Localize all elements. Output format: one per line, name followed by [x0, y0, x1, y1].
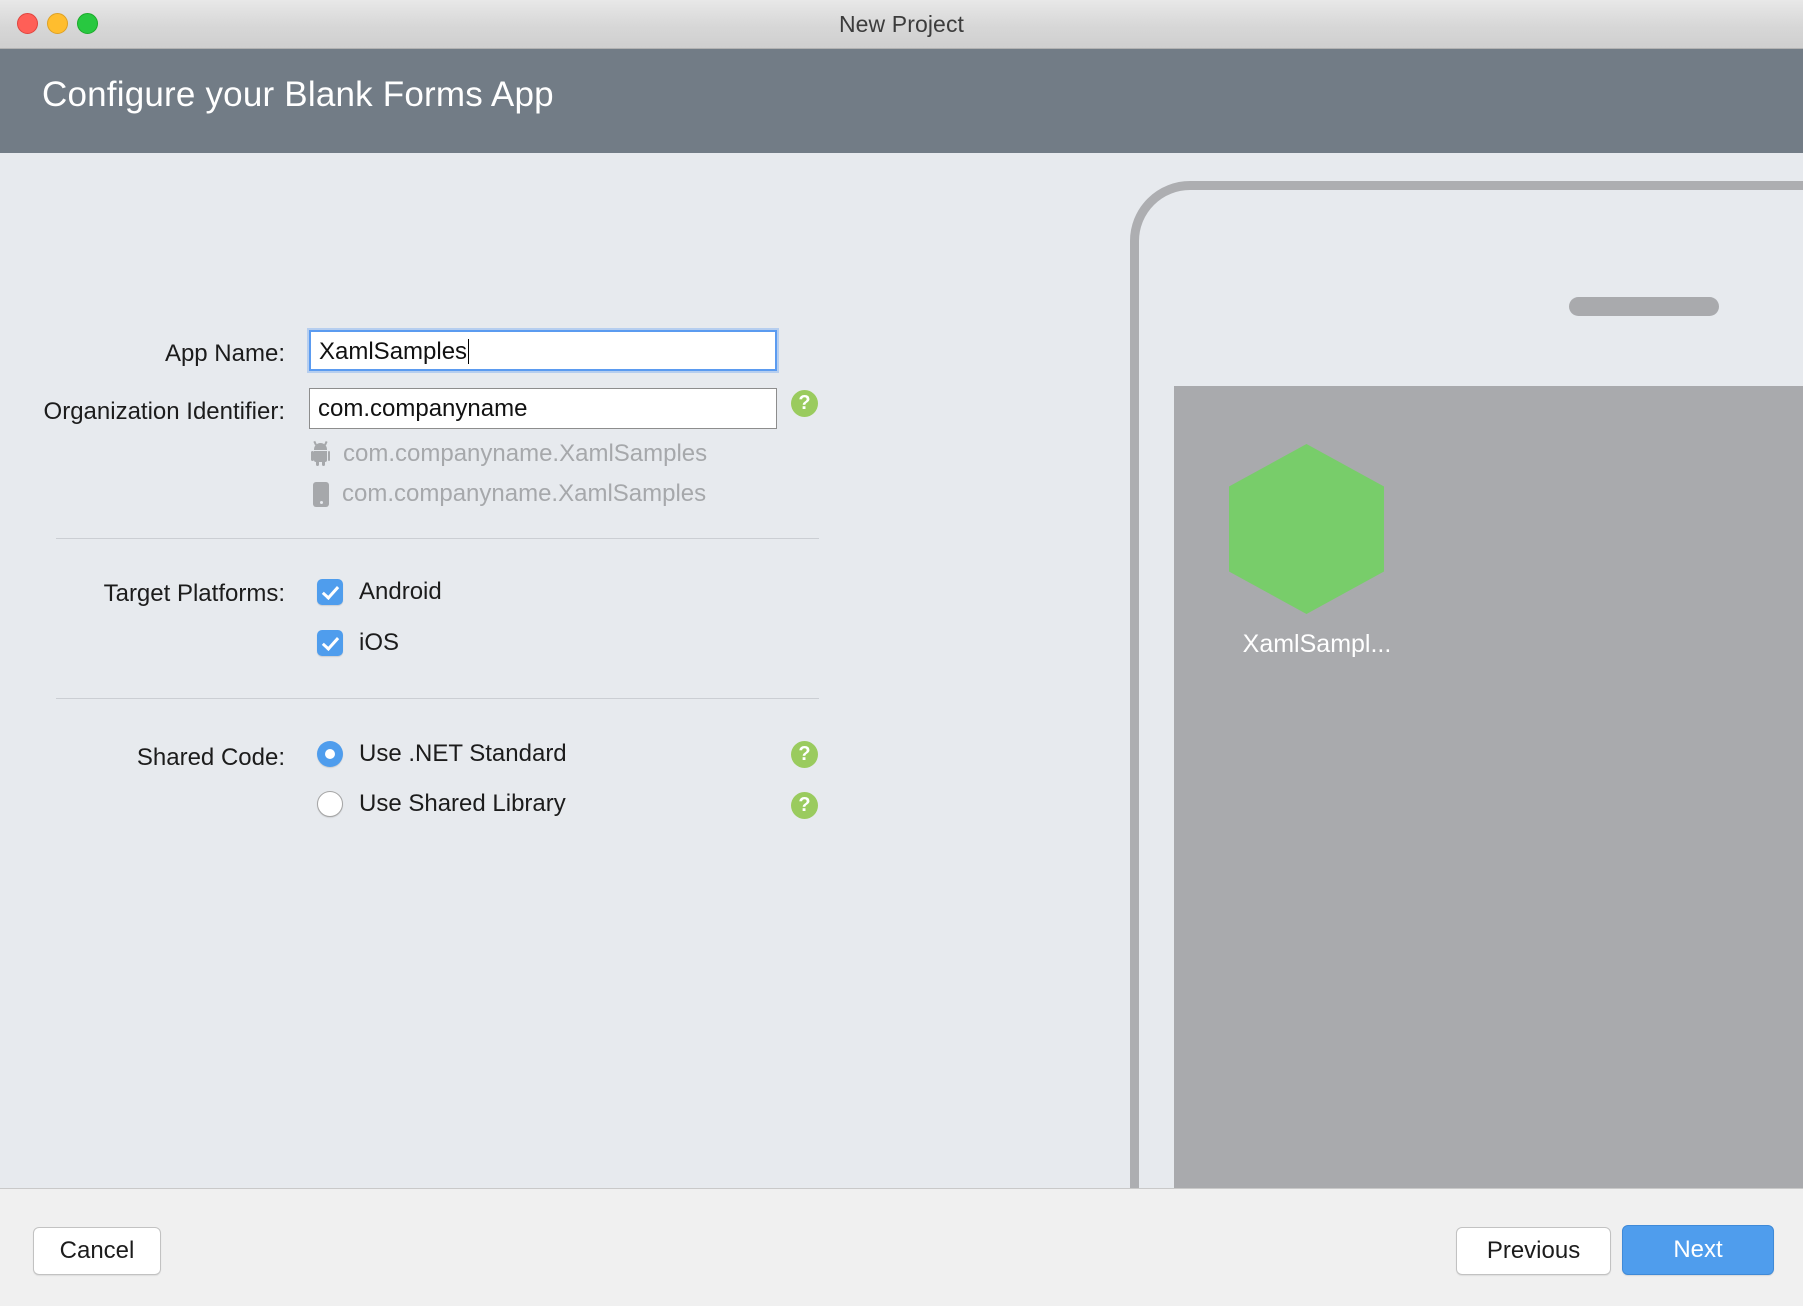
next-button[interactable]: Next — [1622, 1225, 1774, 1275]
bundle-preview-ios: com.companyname.XamlSamples — [313, 480, 706, 508]
phone-outline: XamlSampl... — [1130, 181, 1803, 1188]
project-config-form: App Name: XamlSamples Organization Ident… — [0, 153, 1110, 1188]
ios-device-icon — [313, 482, 329, 507]
app-name-value: XamlSamples — [319, 338, 467, 365]
cancel-button[interactable]: Cancel — [33, 1227, 161, 1275]
page-title: Configure your Blank Forms App — [42, 75, 554, 115]
dialog-body: App Name: XamlSamples Organization Ident… — [0, 153, 1803, 1188]
window-bottom-edge — [0, 1306, 1803, 1312]
bundle-preview-android: com.companyname.XamlSamples — [311, 440, 707, 468]
organization-identifier-value: com.companyname — [318, 395, 527, 422]
radio-row-net-standard[interactable]: Use .NET Standard — [317, 740, 567, 768]
phone-screen: XamlSampl... — [1174, 386, 1803, 1188]
organization-identifier-input[interactable]: com.companyname — [309, 388, 777, 429]
ios-checkbox[interactable] — [317, 630, 343, 656]
text-caret — [468, 339, 469, 364]
previous-button[interactable]: Previous — [1456, 1227, 1611, 1275]
organization-identifier-help-icon[interactable]: ? — [791, 390, 818, 417]
app-icon-hexagon — [1229, 444, 1384, 614]
dialog-header: Configure your Blank Forms App — [0, 49, 1803, 153]
shared-library-help-icon[interactable]: ? — [791, 792, 818, 819]
section-divider-shared-code — [56, 698, 819, 699]
phone-speaker — [1569, 297, 1719, 316]
checkbox-row-ios[interactable]: iOS — [317, 629, 399, 657]
bundle-preview-android-text: com.companyname.XamlSamples — [343, 440, 707, 468]
window-titlebar: New Project — [0, 0, 1803, 49]
shared-library-radio-label: Use Shared Library — [359, 790, 566, 818]
radio-row-shared-library[interactable]: Use Shared Library — [317, 790, 566, 818]
android-checkbox[interactable] — [317, 579, 343, 605]
checkbox-row-android[interactable]: Android — [317, 578, 442, 606]
section-divider-platforms — [56, 538, 819, 539]
net-standard-help-icon[interactable]: ? — [791, 741, 818, 768]
ios-checkbox-label: iOS — [359, 629, 399, 657]
app-icon-label: XamlSampl... — [1202, 630, 1432, 659]
app-name-label: App Name: — [60, 340, 285, 368]
android-robot-icon — [311, 442, 330, 466]
app-name-input[interactable]: XamlSamples — [309, 330, 777, 371]
shared-code-label: Shared Code: — [60, 744, 285, 772]
window-title: New Project — [0, 0, 1803, 49]
dialog-footer: Cancel Previous Next — [0, 1188, 1803, 1312]
net-standard-radio[interactable] — [317, 741, 343, 767]
device-preview-pane: XamlSampl... — [1110, 153, 1803, 1188]
android-checkbox-label: Android — [359, 578, 442, 606]
organization-identifier-label: Organization Identifier: — [36, 398, 285, 426]
net-standard-radio-label: Use .NET Standard — [359, 740, 567, 768]
bundle-preview-ios-text: com.companyname.XamlSamples — [342, 480, 706, 508]
target-platforms-label: Target Platforms: — [60, 580, 285, 608]
shared-library-radio[interactable] — [317, 791, 343, 817]
new-project-dialog: New Project Configure your Blank Forms A… — [0, 0, 1803, 1312]
